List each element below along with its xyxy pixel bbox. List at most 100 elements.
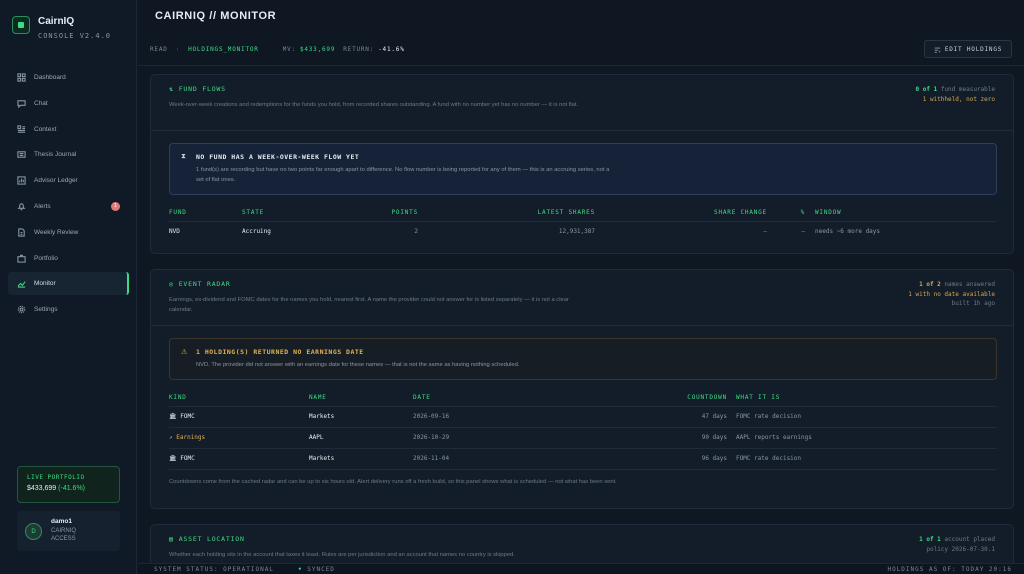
sidebar-item-advisor-ledger[interactable]: Advisor Ledger xyxy=(8,169,129,192)
return-value: -41.6% xyxy=(378,46,405,53)
user-role-line1: CAIRNIQ xyxy=(51,528,77,534)
event-radar-notice-body: NVD. The provider did not answer with an… xyxy=(196,362,520,368)
sidebar-item-label: Settings xyxy=(34,306,58,314)
asset-location-meta: 1 of 1 account placed policy 2026-07-30.… xyxy=(919,535,995,554)
asset-location-description: Whether each holding sits in the account… xyxy=(169,552,515,558)
user-role-line2: ACCESS xyxy=(51,536,76,542)
chat-icon xyxy=(17,100,26,108)
sidebar-nav: Dashboard Chat Context Thesis Journal Ad… xyxy=(8,66,129,324)
header-divider xyxy=(138,65,1024,66)
alerts-count-badge: 1 xyxy=(111,201,120,211)
mv-value: $433,699 xyxy=(299,46,336,53)
fund-flows-meta: 0 of 1 fund measurable 1 withheld, not z… xyxy=(916,85,996,104)
cell-kind: 🏛 FOMC xyxy=(169,455,195,462)
status-bar: SYSTEM STATUS: OPERATIONAL • SYNCED HOLD… xyxy=(138,563,1024,574)
fund-flows-notice: ⧗ NO FUND HAS A WEEK-OVER-WEEK FLOW YET … xyxy=(169,143,997,195)
event-radar-title-text: EVENT RADAR xyxy=(178,280,231,288)
sidebar-item-portfolio[interactable]: Portfolio xyxy=(8,247,129,270)
event-radar-meta-count: 1 of 2 xyxy=(919,281,941,288)
col-latest-shares[interactable]: LATEST SHARES xyxy=(511,209,595,216)
breadcrumb: READ · HOLDINGS_MONITOR MV: $433,699 RET… xyxy=(150,46,405,53)
table-header-divider xyxy=(169,221,997,222)
col-name[interactable]: NAME xyxy=(309,394,327,401)
col-what-it-is[interactable]: WHAT IT IS xyxy=(736,394,780,401)
live-portfolio-return: (-41.6%) xyxy=(58,485,85,492)
col-kind[interactable]: KIND xyxy=(169,394,187,401)
fund-flows-meta-count: 0 of 1 xyxy=(915,86,938,93)
sidebar-item-chat[interactable]: Chat xyxy=(8,92,129,115)
table-header-divider xyxy=(169,406,997,407)
col-points[interactable]: POINTS xyxy=(371,209,418,216)
user-card[interactable]: D damo1 CAIRNIQ ACCESS xyxy=(17,511,120,551)
sidebar-item-label: Alerts xyxy=(34,202,51,210)
event-radar-meta-built: built 1h ago xyxy=(951,300,995,307)
asset-location-meta-policy: policy 2026-07-30.1 xyxy=(926,545,995,553)
col-state[interactable]: STATE xyxy=(242,209,264,216)
live-portfolio-values: $433,699 (-41.6%) xyxy=(27,485,110,492)
event-radar-meta-suffix: names answered xyxy=(944,281,995,288)
sidebar-item-label: Dashboard xyxy=(34,74,66,81)
cell-kind: ↗ Earnings xyxy=(169,434,205,441)
system-status: SYSTEM STATUS: OPERATIONAL xyxy=(154,566,274,573)
holdings-asof: HOLDINGS AS OF: TODAY 20:16 xyxy=(887,566,1012,573)
col-countdown[interactable]: COUNTDOWN xyxy=(651,394,727,401)
asset-location-meta-suffix: account placed xyxy=(944,536,995,543)
edit-holdings-button[interactable]: EDIT HOLDINGS xyxy=(924,40,1012,58)
breadcrumb-mode: READ xyxy=(150,46,168,53)
brand[interactable]: CairnIQ CONSOLE V2.4.0 xyxy=(12,16,111,40)
event-radar-notice: ⚠ 1 HOLDING(S) RETURNED NO EARNINGS DATE… xyxy=(169,338,997,380)
cell-date: 2026-09-16 xyxy=(413,413,450,420)
fund-flows-title-text: FUND FLOWS xyxy=(178,85,226,93)
cell-points: 2 xyxy=(414,228,418,235)
fund-flows-notice-title: NO FUND HAS A WEEK-OVER-WEEK FLOW YET xyxy=(196,153,360,161)
app-name: CairnIQ xyxy=(38,16,75,27)
bank-icon: 🏛 xyxy=(169,413,177,420)
sidebar: CairnIQ CONSOLE V2.4.0 Dashboard Chat Co… xyxy=(0,0,137,574)
live-portfolio-card[interactable]: LIVE PORTFOLIO $433,699 (-41.6%) xyxy=(17,466,120,503)
sidebar-item-dashboard[interactable]: Dashboard xyxy=(8,66,129,89)
sync-status: • SYNCED xyxy=(298,566,335,573)
sidebar-item-settings[interactable]: Settings xyxy=(8,298,129,321)
cell-name: Markets xyxy=(309,455,335,462)
document-icon xyxy=(18,228,25,237)
panel-divider xyxy=(151,325,1013,326)
row-divider xyxy=(169,469,997,470)
event-radar-meta: 1 of 2 names answered 1 with no date ava… xyxy=(908,280,995,309)
sidebar-item-monitor[interactable]: Monitor xyxy=(8,272,129,296)
panel-divider xyxy=(151,130,1013,131)
return-label: RETURN: xyxy=(343,46,375,53)
ledger-icon xyxy=(17,176,26,185)
context-icon xyxy=(17,124,26,133)
event-radar-footnote: Countdowns come from the cached radar an… xyxy=(169,479,617,485)
col-fund[interactable]: FUND xyxy=(169,209,187,216)
sync-status-label: SYNCED xyxy=(307,566,335,573)
sidebar-item-weekly-review[interactable]: Weekly Review xyxy=(8,221,129,244)
trend-icon: ↗ xyxy=(169,434,173,441)
mv-label: MV: xyxy=(282,46,296,53)
cell-kind-label: Earnings xyxy=(176,434,206,441)
edit-icon xyxy=(934,47,941,53)
fund-flows-title: ⇅ FUND FLOWS xyxy=(169,85,226,93)
cell-pct: — xyxy=(801,228,805,235)
event-radar-description: Earnings, ex-dividend and FOMC dates for… xyxy=(169,297,569,313)
col-window[interactable]: WINDOW xyxy=(815,209,841,216)
sidebar-item-thesis-journal[interactable]: Thesis Journal xyxy=(8,143,129,166)
asset-location-title: ▤ ASSET LOCATION xyxy=(169,535,245,543)
fund-flows-description: Week-over-week creations and redemptions… xyxy=(169,102,579,108)
cell-name: Markets xyxy=(309,413,335,420)
col-date[interactable]: DATE xyxy=(413,394,431,401)
col-share-change[interactable]: SHARE CHANGE xyxy=(691,209,767,216)
cell-state: Accruing xyxy=(242,228,271,235)
sidebar-item-label: Monitor xyxy=(34,280,56,288)
asset-location-meta-count: 1 of 1 xyxy=(919,536,941,543)
cell-countdown: 90 days xyxy=(701,434,727,441)
sidebar-item-alerts[interactable]: Alerts 1 xyxy=(8,195,129,218)
cell-countdown: 47 days xyxy=(701,413,727,420)
location-icon: ▤ xyxy=(169,535,174,543)
sidebar-item-context[interactable]: Context xyxy=(8,118,129,141)
cell-share-change: — xyxy=(763,228,767,235)
cell-kind-label: FOMC xyxy=(180,413,195,420)
breadcrumb-view: HOLDINGS_MONITOR xyxy=(188,46,259,53)
cell-window: needs ~6 more days xyxy=(815,228,881,235)
col-pct[interactable]: % xyxy=(791,209,805,216)
